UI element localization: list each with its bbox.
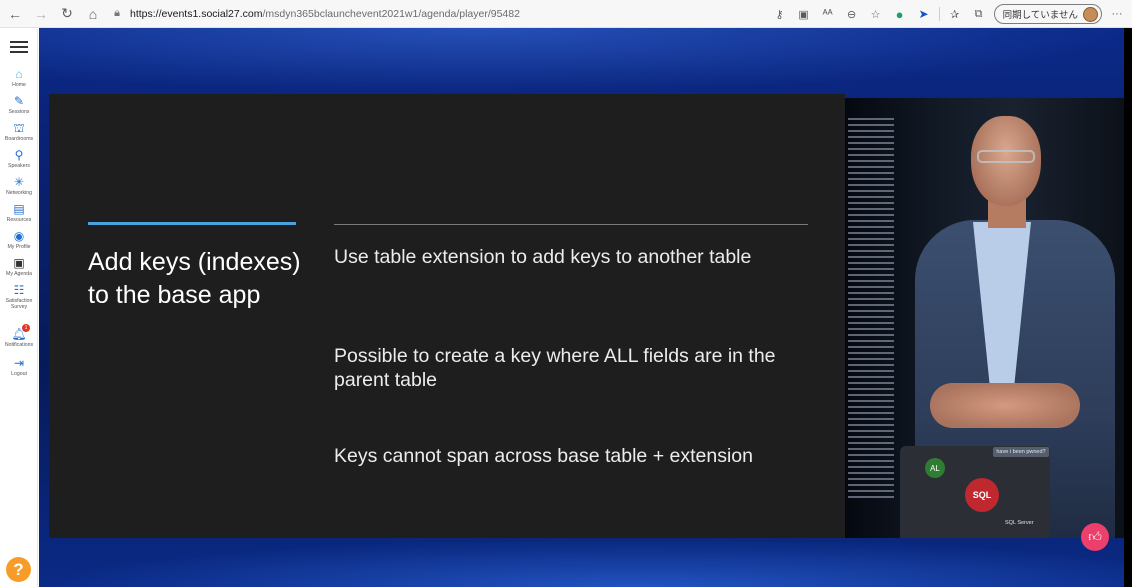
stage-glow-bottom: [39, 538, 1132, 587]
key-icon[interactable]: ⚷: [771, 5, 789, 23]
sidebar-label: My Profile: [7, 244, 31, 250]
sidebar-item-agenda[interactable]: ▣ My Agenda: [0, 256, 38, 277]
sidebar-item-boardrooms[interactable]: ⛫ Boardrooms: [0, 121, 38, 142]
sidebar-label: Logout: [11, 371, 27, 377]
sidebar-label: Satisfaction Survey: [5, 298, 33, 310]
back-icon[interactable]: ←: [4, 3, 26, 25]
sync-status-label: 同期していません: [1002, 10, 1078, 21]
help-button[interactable]: ?: [6, 557, 31, 582]
presenter-video[interactable]: AL SQL have i been pwned? SQL Server: [845, 98, 1124, 538]
presentation-slide: Add keys (indexes) to the base app Use t…: [49, 94, 845, 538]
url-host: https://events1.social27.com: [130, 7, 263, 20]
sidebar-label: Home: [12, 82, 26, 88]
home-icon: ⌂: [15, 67, 23, 81]
body-divider-rule: [334, 224, 808, 225]
slide-bullet: Keys cannot span across base table + ext…: [334, 445, 753, 467]
speaker-icon: ⚲: [14, 148, 24, 162]
thumbs-up-icon: 👍︎: [1088, 529, 1102, 544]
network-icon: ✳: [13, 175, 25, 189]
sidebar-label: My Agenda: [6, 271, 32, 277]
slide-bullet: Possible to create a key where ALL field…: [334, 345, 776, 391]
sidebar-item-logout[interactable]: ⇥ Logout: [0, 356, 38, 377]
favorites-icon[interactable]: ✰: [946, 5, 964, 23]
pencil-icon: ✎: [13, 94, 25, 108]
agenda-icon: ▣: [13, 256, 25, 270]
slide-bullet: Use table extension to add keys to anoth…: [334, 246, 752, 268]
address-bar[interactable]: 🔒︎ https://events1.social27.com/msdyn365…: [110, 3, 800, 25]
boardroom-icon: ⛫: [13, 121, 25, 135]
browser-toolbar: ← → ↻ ⌂ 🔒︎ https://events1.social27.com /…: [0, 0, 1132, 28]
sidebar-label: Sessions: [8, 109, 30, 115]
like-button[interactable]: 👍︎: [1081, 523, 1109, 551]
sidebar-label: Speakers: [8, 163, 30, 169]
menu-icon[interactable]: [10, 41, 28, 55]
sidebar-label: Networking: [6, 190, 32, 196]
laptop-sticker-caption: have i been pwned?: [993, 447, 1049, 457]
resources-icon: ▤: [13, 202, 25, 216]
toolbar-divider: [938, 7, 940, 21]
sidebar-label: Notifications: [4, 342, 34, 348]
laptop-logo-text: SQL Server: [1005, 520, 1034, 526]
logout-icon: ⇥: [13, 356, 25, 370]
app-sidebar: ⌂ Home ✎ Sessions ⛫ Boardrooms ⚲ Speaker…: [0, 29, 38, 587]
lock-icon: 🔒︎: [114, 7, 120, 19]
sidebar-item-speakers[interactable]: ⚲ Speakers: [0, 148, 38, 169]
scrollbar-edge: [1124, 28, 1132, 587]
stage-glow-top: [39, 28, 1132, 94]
extension-blue-icon[interactable]: ➤: [915, 5, 933, 23]
notification-badge: 1: [22, 324, 30, 332]
app-available-icon[interactable]: ▣: [795, 5, 813, 23]
sql-sticker: SQL: [965, 478, 999, 512]
survey-icon: ☷: [13, 283, 25, 297]
sidebar-item-notifications[interactable]: 🔔︎ 1 Notifications: [0, 324, 38, 348]
forward-icon[interactable]: →: [30, 3, 52, 25]
presenter-glasses: [977, 150, 1035, 163]
sidebar-item-profile[interactable]: ◉ My Profile: [0, 229, 38, 250]
collections-icon[interactable]: ⧉: [970, 5, 988, 23]
sync-status-button[interactable]: 同期していません: [993, 4, 1102, 24]
browser-extensions: ⚷ ▣ ᴬᴬ ⊖ ☆ ● ➤ ✰ ⧉ 同期していません ···: [771, 3, 1126, 25]
al-sticker: AL: [925, 458, 945, 478]
favorite-add-icon[interactable]: ☆: [867, 5, 885, 23]
url-path: /msdyn365bclaunchevent2021w1/agenda/play…: [262, 7, 520, 20]
profile-icon: ◉: [13, 229, 25, 243]
zoom-icon[interactable]: ⊖: [843, 5, 861, 23]
sidebar-item-resources[interactable]: ▤ Resources: [0, 202, 38, 223]
sidebar-item-home[interactable]: ⌂ Home: [0, 67, 38, 88]
title-accent-rule: [88, 222, 296, 225]
sidebar-label: Boardrooms: [4, 136, 34, 142]
sidebar-item-networking[interactable]: ✳ Networking: [0, 175, 38, 196]
sidebar-item-survey[interactable]: ☷ Satisfaction Survey: [0, 283, 38, 310]
slide-title: Add keys (indexes) to the base app: [88, 248, 301, 309]
background-light-wall: [848, 118, 894, 498]
more-menu-icon[interactable]: ···: [1108, 5, 1126, 23]
sidebar-label: Resources: [6, 217, 32, 223]
sidebar-item-sessions[interactable]: ✎ Sessions: [0, 94, 38, 115]
home-button-icon[interactable]: ⌂: [82, 3, 104, 25]
extension-green-icon[interactable]: ●: [891, 5, 909, 23]
refresh-icon[interactable]: ↻: [56, 3, 78, 25]
profile-avatar: [1083, 6, 1098, 22]
presenter-hands: [930, 383, 1080, 428]
read-aloud-icon[interactable]: ᴬᴬ: [819, 5, 837, 23]
